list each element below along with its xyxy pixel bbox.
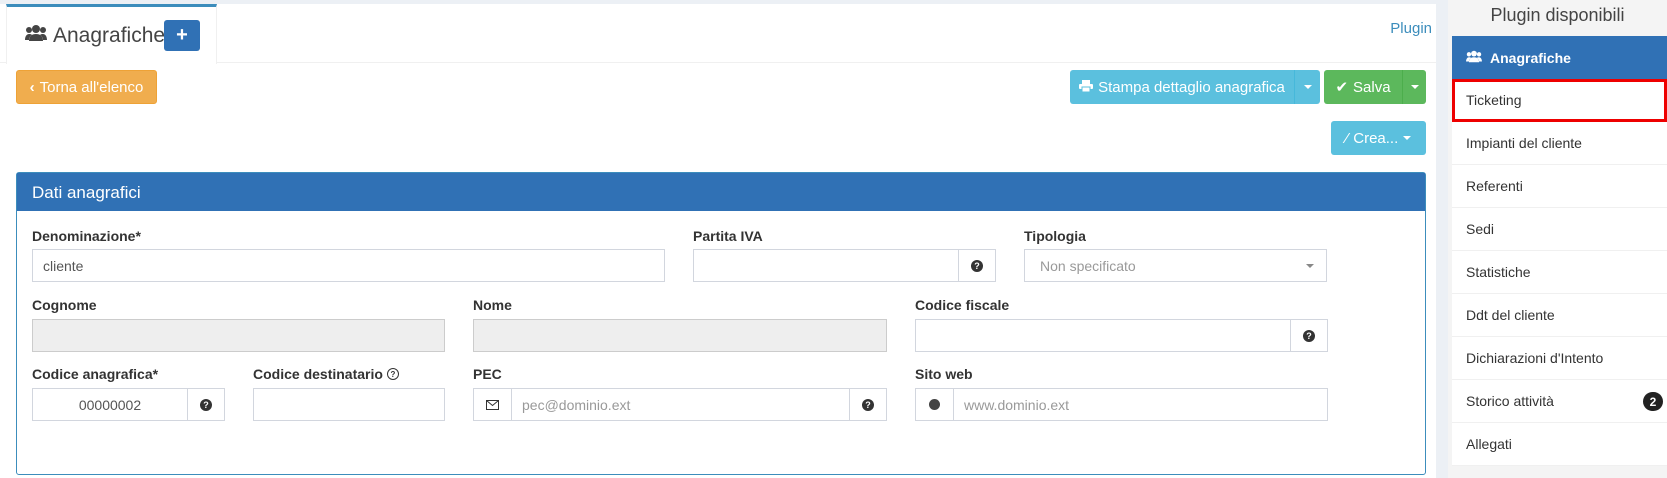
sidebar-item-referenti[interactable]: Referenti [1452, 165, 1667, 208]
box-title: Dati anagrafici [17, 173, 1425, 211]
sidebar-item-label: Dichiarazioni d'Intento [1466, 350, 1604, 366]
codice-anagrafica-input[interactable]: 00000002 [32, 388, 188, 421]
users-icon [25, 24, 47, 48]
dati-anagrafici-box: Dati anagrafici Denominazione* cliente P… [16, 172, 1426, 475]
count-badge: 2 [1643, 392, 1663, 411]
sidebar-item-dichiarazioni[interactable]: Dichiarazioni d'Intento [1452, 337, 1667, 380]
back-to-list-button[interactable]: ‹ Torna all'elenco [16, 70, 157, 104]
add-anagrafica-button[interactable]: + [164, 20, 200, 51]
print-detail-button[interactable]: Stampa dettaglio anagrafica [1070, 70, 1294, 104]
sidebar-item-sedi[interactable]: Sedi [1452, 208, 1667, 251]
sidebar-item-label: Referenti [1466, 178, 1523, 194]
chevron-left-icon: ‹ [29, 78, 35, 96]
users-icon [1466, 50, 1482, 66]
codice-fiscale-help[interactable]: ? [1290, 319, 1328, 352]
print-icon [1079, 79, 1094, 96]
question-circle-icon[interactable]: ? [386, 368, 399, 380]
page-title: Anagrafiche [25, 24, 165, 48]
sidebar-title: Plugin disponibili [1490, 5, 1625, 25]
sito-web-label: Sito web [915, 366, 973, 382]
pec-help[interactable]: ? [849, 388, 887, 421]
tipologia-label: Tipologia [1024, 228, 1086, 244]
sidebar-item-anagrafiche[interactable]: Anagrafiche [1452, 36, 1667, 79]
plugin-link[interactable]: Plugin [1390, 20, 1432, 37]
partita-iva-help[interactable]: ? [958, 249, 996, 282]
question-icon: ? [200, 398, 212, 411]
partita-iva-input[interactable] [693, 249, 959, 282]
nome-input[interactable] [473, 319, 887, 352]
sidebar-item-label: Impianti del cliente [1466, 135, 1582, 151]
print-button-label: Stampa dettaglio anagrafica [1098, 78, 1285, 96]
codice-anagrafica-help[interactable]: ? [187, 388, 225, 421]
main-content: Anagrafiche + Plugin ‹ Torna all'elenco … [0, 0, 1436, 478]
question-icon: ? [862, 398, 874, 411]
pec-input[interactable]: pec@dominio.ext [511, 388, 850, 421]
page-title-text: Anagrafiche [53, 24, 166, 47]
crea-dropdown-button[interactable]: ⁄ Crea... [1331, 121, 1426, 155]
back-button-label: Torna all'elenco [39, 78, 144, 96]
sidebar-item-statistiche[interactable]: Statistiche [1452, 251, 1667, 294]
envelope-icon [473, 388, 512, 421]
sidebar-item-label: Allegati [1466, 436, 1512, 452]
denominazione-input[interactable]: cliente [32, 249, 665, 282]
magic-wand-icon: ⁄ [1345, 129, 1349, 147]
sidebar-item-allegati[interactable]: Allegati [1452, 423, 1667, 466]
codice-destinatario-label-wrap: Codice destinatario ? [253, 366, 399, 382]
tab-bar: Anagrafiche + Plugin [0, 4, 1436, 64]
sidebar-item-label: Ticketing [1466, 92, 1522, 108]
sidebar-item-label: Anagrafiche [1490, 49, 1571, 66]
sidebar-item-label: Storico attività [1466, 393, 1554, 409]
tipologia-selected: Non specificato [1040, 257, 1136, 274]
content-panel: Anagrafiche + Plugin ‹ Torna all'elenco … [0, 4, 1436, 478]
save-dropdown-toggle[interactable] [1402, 70, 1426, 104]
caret-down-icon [1410, 85, 1419, 89]
globe-icon [915, 388, 954, 421]
cognome-input[interactable] [32, 319, 445, 352]
crea-button-label: Crea... [1353, 129, 1399, 147]
codice-fiscale-label: Codice fiscale [915, 297, 1010, 313]
plugin-sidebar: Plugin disponibili Anagrafiche Ticketing… [1448, 0, 1667, 478]
caret-down-icon [1303, 85, 1312, 89]
tipologia-select[interactable]: Non specificato [1024, 249, 1327, 282]
sidebar-item-storico[interactable]: Storico attività 2 [1452, 380, 1667, 423]
nome-label: Nome [473, 297, 512, 313]
sidebar-item-impianti[interactable]: Impianti del cliente [1452, 122, 1667, 165]
sidebar-item-label: Statistiche [1466, 264, 1531, 280]
sidebar-item-ticketing[interactable]: Ticketing [1452, 79, 1667, 122]
codice-anagrafica-label: Codice anagrafica* [32, 366, 159, 382]
question-icon: ? [1303, 329, 1315, 342]
codice-destinatario-input[interactable] [253, 388, 445, 421]
print-dropdown-toggle[interactable] [1294, 70, 1320, 104]
caret-down-icon [1403, 136, 1412, 140]
plus-icon: + [176, 24, 188, 46]
caret-down-icon [1306, 263, 1314, 268]
sidebar-item-ddt[interactable]: Ddt del cliente [1452, 294, 1667, 337]
partita-iva-label: Partita IVA [693, 228, 763, 244]
plugin-list: Anagrafiche Ticketing Impianti del clien… [1452, 36, 1667, 466]
sidebar-item-label: Sedi [1466, 221, 1495, 237]
save-button[interactable]: ✔ Salva [1324, 70, 1402, 104]
denominazione-label: Denominazione* [32, 228, 141, 244]
codice-fiscale-input[interactable] [915, 319, 1291, 352]
cognome-label: Cognome [32, 297, 97, 313]
sidebar-item-label: Ddt del cliente [1466, 307, 1555, 323]
pec-label: PEC [473, 366, 502, 382]
sito-web-input[interactable]: www.dominio.ext [953, 388, 1328, 421]
question-icon: ? [971, 259, 983, 272]
save-button-label: Salva [1353, 78, 1391, 96]
check-icon: ✔ [1335, 79, 1349, 96]
codice-destinatario-label: Codice destinatario [253, 366, 383, 382]
